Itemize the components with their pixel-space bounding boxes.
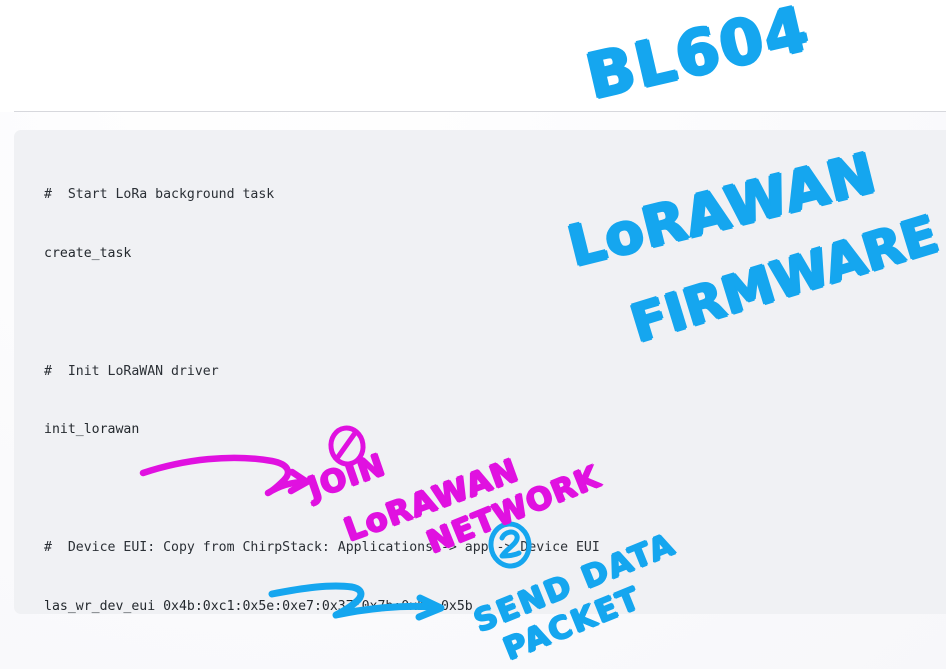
code-line: # Start LoRa background task (44, 187, 275, 203)
code-line: las_wr_dev_eui 0x4b:0xc1:0x5e:0xe7:0x37:… (44, 598, 473, 614)
code-line: create_task (44, 245, 132, 261)
code-line: # Device EUI: Copy from ChirpStack: Appl… (44, 539, 600, 555)
code-line: # Init LoRaWAN driver (44, 363, 219, 379)
screenshot-page: # Start LoRa background task create_task… (0, 0, 946, 669)
code-block-content: # Start LoRa background task create_task… (14, 130, 946, 614)
page-top-whitespace (0, 0, 946, 112)
horizontal-divider (14, 111, 946, 112)
code-block: # Start LoRa background task create_task… (14, 130, 946, 614)
code-line: init_lorawan (44, 422, 140, 438)
